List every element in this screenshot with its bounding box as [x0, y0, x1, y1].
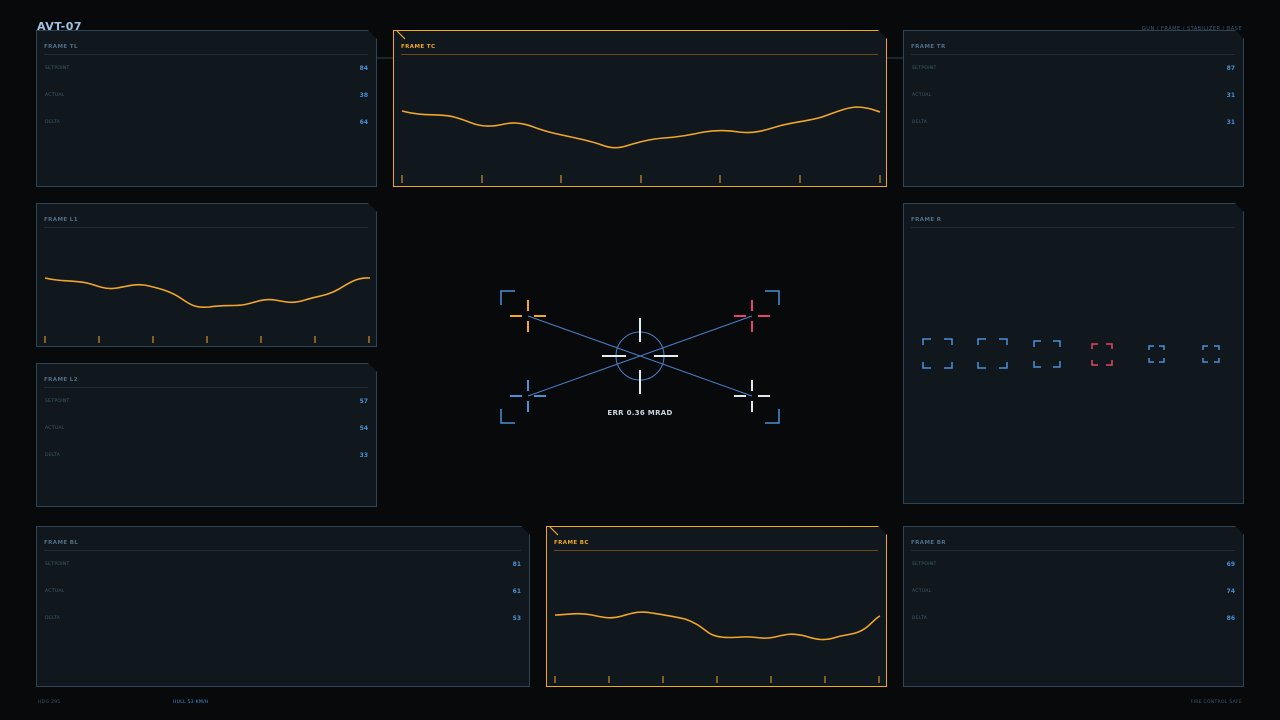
corner-bracket-br — [765, 409, 780, 424]
corner-bracket-tr — [765, 290, 780, 305]
reticle — [500, 290, 780, 424]
footer-speed: HULL 53 KM/H — [173, 700, 209, 705]
footer-fire-control: FIRE CONTROL SAFE — [1190, 700, 1242, 705]
error-readout: ERR 0.36 MRAD — [607, 409, 673, 417]
footer-heading: HDG 295 — [38, 700, 61, 705]
corner-bracket-bl — [500, 409, 515, 424]
corner-bracket-tl — [500, 290, 515, 305]
